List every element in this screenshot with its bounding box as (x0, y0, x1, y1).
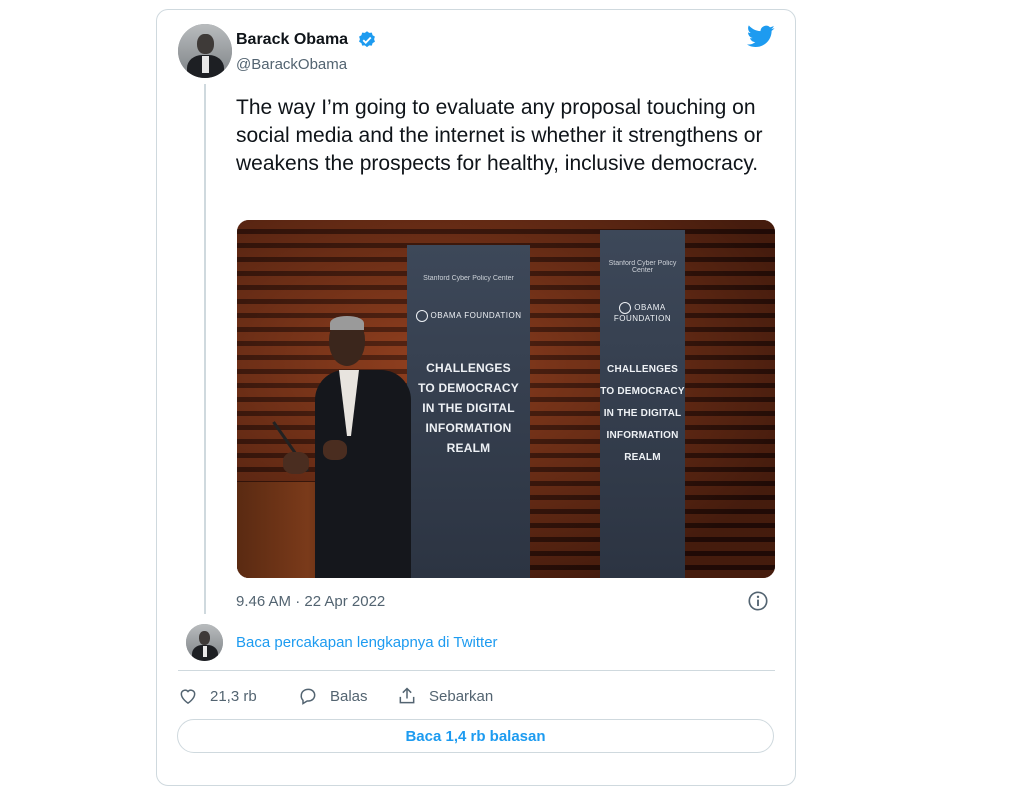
reply-button[interactable]: Balas (298, 686, 368, 706)
author-name[interactable]: Barack Obama (236, 31, 348, 49)
read-replies-button[interactable]: Baca 1,4 rb balasan (177, 719, 774, 753)
reply-label: Balas (330, 687, 368, 705)
tweet-photo[interactable]: Stanford Cyber Policy Center OBAMA FOUND… (237, 220, 775, 578)
info-icon[interactable] (747, 590, 769, 612)
tweet-embed-card: Barack Obama @BarackObama The way I’m go… (156, 9, 796, 786)
share-button[interactable]: Sebarkan (397, 686, 493, 706)
heart-icon (180, 689, 196, 704)
speaker (315, 370, 411, 578)
tweet-text: The way I’m going to evaluate any propos… (236, 96, 763, 175)
share-label: Sebarkan (429, 687, 494, 705)
share-icon (399, 687, 415, 704)
stage-banner-left: Stanford Cyber Policy Center OBAMA FOUND… (407, 245, 530, 578)
reader-avatar (186, 624, 223, 661)
tweet-timestamp[interactable]: 9.46 AM · 22 Apr 2022 (236, 593, 385, 610)
divider (178, 670, 775, 671)
like-button[interactable]: 21,3 rb (178, 686, 257, 706)
verified-badge-icon (359, 31, 375, 48)
twitter-bird-icon[interactable] (747, 25, 775, 49)
author-avatar[interactable] (178, 24, 232, 78)
like-count: 21,3 rb (210, 687, 257, 705)
thread-line (204, 84, 206, 614)
stage-banner-right: Stanford Cyber Policy Center OBAMA FOUND… (600, 230, 685, 578)
reply-bubble-icon (300, 688, 316, 705)
author-handle[interactable]: @BarackObama (236, 56, 347, 73)
read-full-conversation-link[interactable]: Baca percakapan lengkapnya di Twitter (236, 634, 498, 651)
